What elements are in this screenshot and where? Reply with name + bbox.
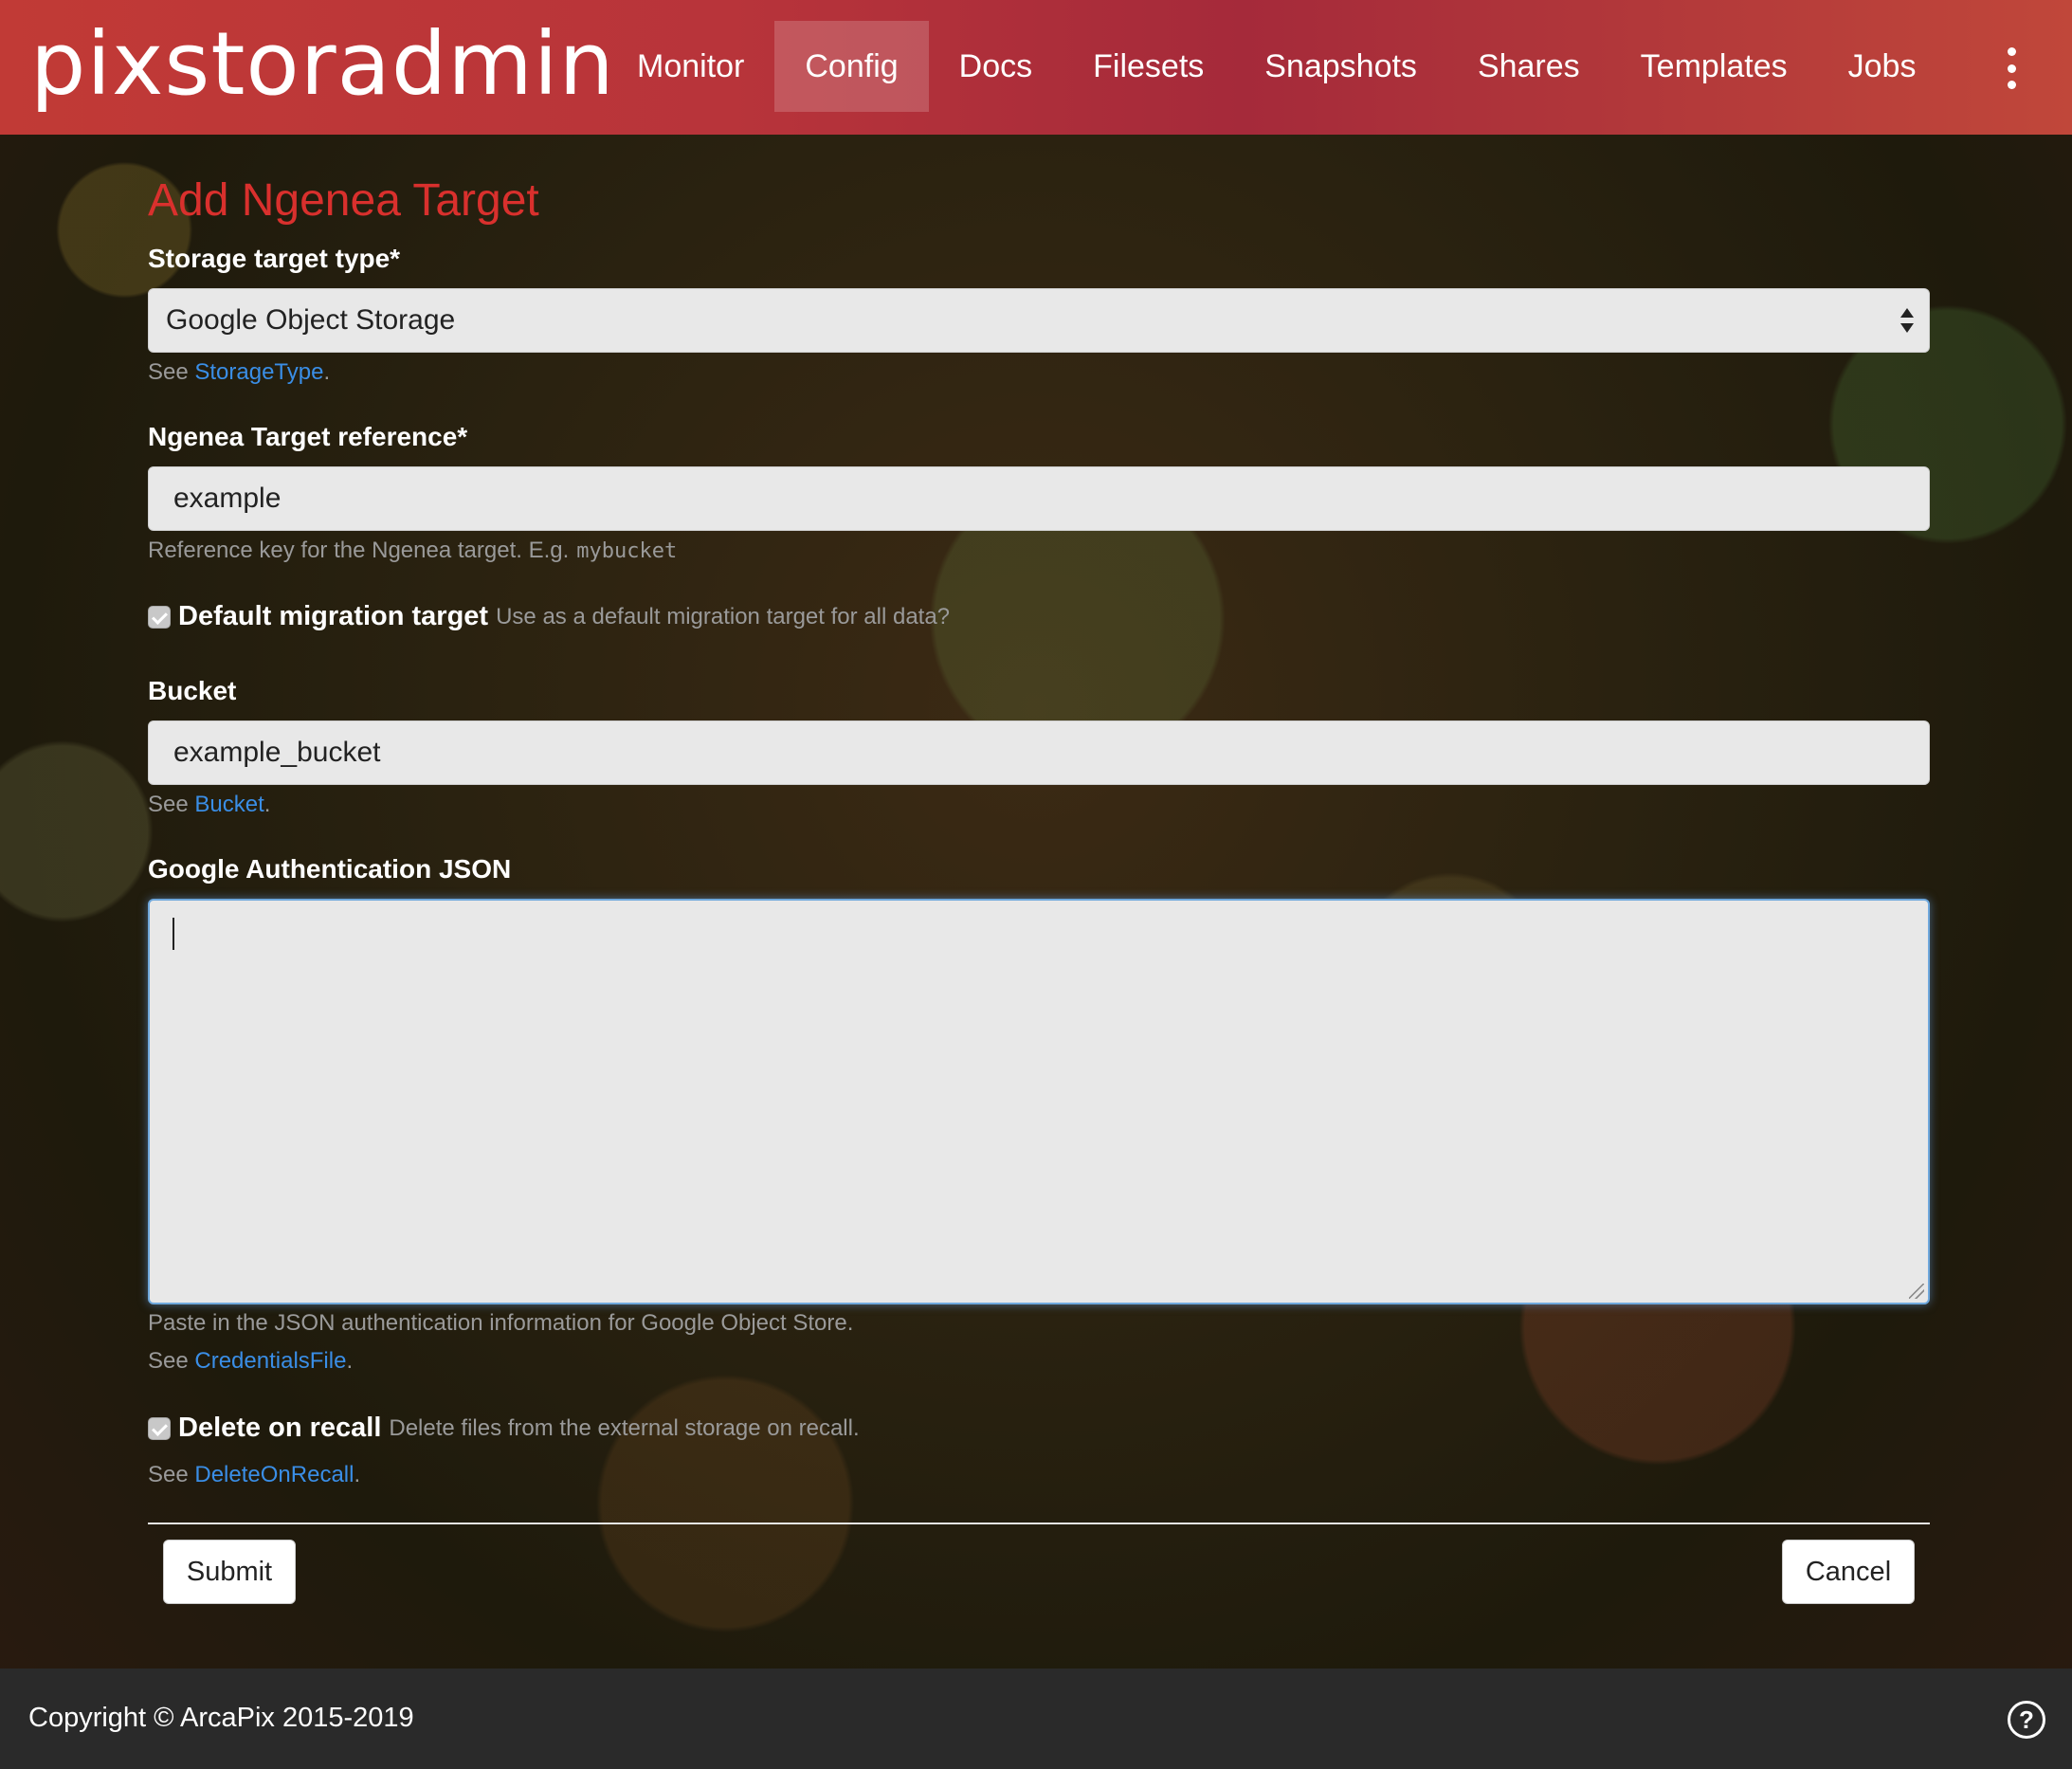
bucket-value: example_bucket: [173, 737, 381, 768]
nav-templates[interactable]: Templates: [1610, 21, 1818, 112]
default-migration-row: Default migration target Use as a defaul…: [148, 601, 950, 632]
resize-handle-icon[interactable]: [1909, 1284, 1924, 1299]
delete-on-recall-label[interactable]: Delete on recall: [178, 1413, 381, 1444]
target-reference-example: mybucket: [576, 539, 678, 563]
nav-config[interactable]: Config: [774, 21, 929, 112]
brand-logo[interactable]: pixstoradmin: [30, 17, 615, 112]
storage-type-label: Storage target type*: [148, 244, 401, 273]
page-title: Add Ngenea Target: [148, 175, 539, 226]
copyright-text: Copyright © ArcaPix 2015-2019: [28, 1703, 414, 1733]
question-circle-icon[interactable]: ?: [2008, 1701, 2045, 1739]
delete-on-recall-link[interactable]: DeleteOnRecall: [194, 1462, 354, 1487]
bucket-link[interactable]: Bucket: [194, 792, 264, 817]
top-navbar: pixstoradmin Monitor Config Docs Fileset…: [0, 0, 2072, 135]
nav-filesets[interactable]: Filesets: [1063, 21, 1234, 112]
delete-on-recall-desc: Delete files from the external storage o…: [389, 1414, 860, 1441]
delete-on-recall-checkbox[interactable]: [148, 1416, 171, 1440]
target-reference-value: example: [173, 483, 282, 514]
storage-type-help: See StorageType.: [148, 359, 331, 385]
bucket-label: Bucket: [148, 676, 237, 705]
storage-type-selected: Google Object Storage: [166, 304, 456, 336]
default-migration-desc: Use as a default migration target for al…: [496, 603, 951, 629]
form-divider: [148, 1523, 1930, 1524]
target-reference-input[interactable]: example: [148, 466, 1930, 531]
nav-shares[interactable]: Shares: [1447, 21, 1610, 112]
google-auth-help2: See CredentialsFile.: [148, 1348, 354, 1374]
default-migration-label[interactable]: Default migration target: [178, 601, 488, 632]
nav-snapshots[interactable]: Snapshots: [1234, 21, 1447, 112]
submit-button[interactable]: Submit: [163, 1540, 296, 1604]
text-caret: [173, 918, 174, 950]
main-nav: Monitor Config Docs Filesets Snapshots S…: [607, 21, 1946, 112]
google-auth-help: Paste in the JSON authentication informa…: [148, 1310, 854, 1336]
target-reference-label: Ngenea Target reference*: [148, 422, 468, 451]
nav-docs[interactable]: Docs: [929, 21, 1063, 112]
delete-on-recall-help: See DeleteOnRecall.: [148, 1462, 361, 1487]
target-reference-help: Reference key for the Ngenea target. E.g…: [148, 538, 678, 563]
storage-type-select[interactable]: Google Object Storage: [148, 288, 1930, 353]
bucket-help: See Bucket.: [148, 792, 271, 817]
kebab-menu-icon[interactable]: [2000, 47, 2023, 89]
default-migration-checkbox[interactable]: [148, 605, 171, 629]
google-auth-textarea[interactable]: [148, 899, 1930, 1304]
select-arrows-icon: [1900, 306, 1914, 335]
delete-on-recall-row: Delete on recall Delete files from the e…: [148, 1413, 860, 1444]
google-auth-label: Google Authentication JSON: [148, 854, 512, 884]
bucket-input[interactable]: example_bucket: [148, 720, 1930, 785]
nav-monitor[interactable]: Monitor: [607, 21, 774, 112]
footer: Copyright © ArcaPix 2015-2019 ?: [0, 1669, 2072, 1769]
credentials-file-link[interactable]: CredentialsFile: [194, 1348, 346, 1374]
storage-type-link[interactable]: StorageType: [194, 359, 323, 385]
cancel-button[interactable]: Cancel: [1782, 1540, 1915, 1604]
nav-jobs[interactable]: Jobs: [1818, 21, 1947, 112]
